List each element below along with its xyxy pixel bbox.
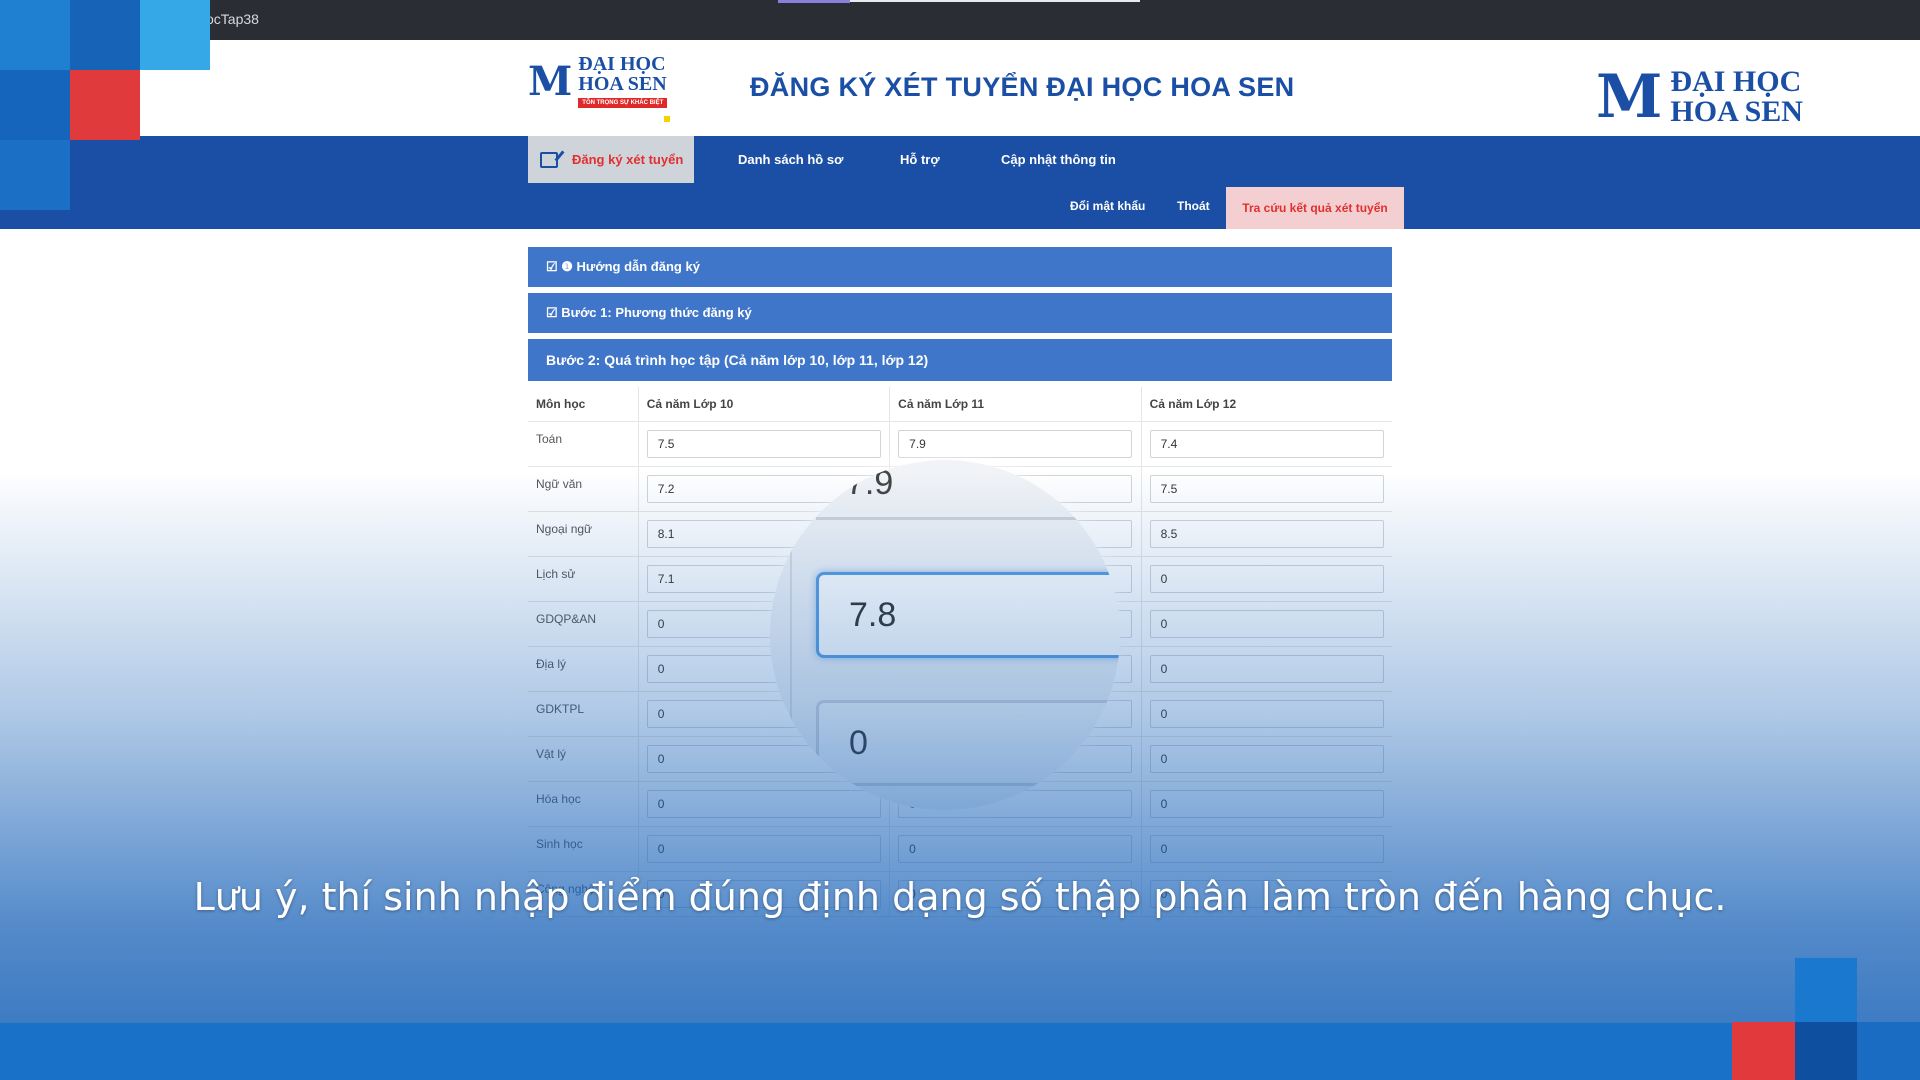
grade-cell: 7.4	[1141, 421, 1392, 467]
decor-square	[140, 0, 210, 70]
tab-indicator	[778, 0, 850, 3]
grade-input-g12[interactable]: 0	[1149, 789, 1384, 818]
site-header: M ĐẠI HỌC HOA SEN TÔN TRỌNG SỰ KHÁC BIỆT…	[0, 40, 1920, 166]
zoom-divider	[790, 520, 792, 810]
grades-header-row: Môn học Cả năm Lớp 10 Cả năm Lớp 11 Cả n…	[528, 387, 1392, 422]
grade-cell: 0	[1141, 781, 1392, 827]
page-title: ĐĂNG KÝ XÉT TUYỂN ĐẠI HỌC HOA SEN	[750, 72, 1295, 102]
subject-label: Lịch sử	[528, 556, 639, 602]
decor-square	[1857, 1022, 1920, 1080]
subject-label: Hóa học	[528, 781, 639, 827]
grade-input-g10[interactable]: 0	[646, 834, 881, 863]
grade-cell: 0	[638, 826, 891, 872]
subject-label: GDQP&AN	[528, 601, 639, 647]
logo-dot	[664, 116, 670, 122]
decor-square	[1795, 958, 1857, 1022]
grade-cell: 0	[1141, 691, 1392, 737]
nav-register[interactable]: Đăng ký xét tuyển	[528, 136, 694, 183]
grade-input-g10[interactable]: 7.5	[646, 429, 881, 458]
grade-input-g12[interactable]: 8.5	[1149, 519, 1384, 548]
lotus-logo-icon: M	[1596, 62, 1663, 132]
subject-label: Toán	[528, 421, 639, 467]
subject-label: Ngữ văn	[528, 466, 639, 512]
nav-change-password[interactable]: Đổi mật khẩu	[1070, 199, 1145, 213]
grade-cell: 0	[638, 781, 891, 827]
edit-icon	[540, 151, 558, 168]
nav-register-label: Đăng ký xét tuyển	[572, 152, 684, 167]
grade-input-g12[interactable]: 0	[1149, 609, 1384, 638]
header-grade12: Cả năm Lớp 12	[1141, 387, 1392, 422]
active-tab-indicator[interactable]	[850, 0, 1140, 2]
logo-line-1: ĐẠI HỌC	[1670, 65, 1802, 98]
university-logo-small[interactable]: M ĐẠI HỌC HOA SEN TÔN TRỌNG SỰ KHÁC BIỆT	[528, 53, 668, 108]
logo-line-2: HOA SEN	[578, 73, 667, 95]
grade-input-g12[interactable]: 0	[1149, 654, 1384, 683]
grade-cell: 0	[1141, 736, 1392, 782]
decor-square	[0, 0, 70, 70]
header-grade10: Cả năm Lớp 10	[638, 387, 891, 422]
main-navbar: Đăng ký xét tuyển Danh sách hồ sơ Hỗ trợ…	[0, 136, 1920, 229]
browser-tab-bar: ocTap38	[0, 0, 1920, 40]
grade-input-g12[interactable]: 0	[1149, 744, 1384, 773]
subject-label: GDKTPL	[528, 691, 639, 737]
logo-line-2: HOA SEN	[1670, 95, 1803, 128]
grade-cell: 0	[1141, 556, 1392, 602]
grade-input-g12[interactable]: 7.4	[1149, 429, 1384, 458]
decor-square	[0, 140, 70, 210]
nav-logout[interactable]: Thoát	[1177, 199, 1210, 213]
step1-accordion[interactable]: ☑ Bước 1: Phương thức đăng ký	[528, 293, 1392, 333]
nav-support[interactable]: Hỗ trợ	[900, 152, 940, 167]
grade-input-g12[interactable]: 0	[1149, 834, 1384, 863]
video-bottom-band	[0, 1023, 1920, 1080]
grade-cell: 0	[1141, 601, 1392, 647]
zoom-grade-below[interactable]: 0	[816, 700, 1120, 786]
university-logo-large: M ĐẠI HỌC HOA SEN	[1596, 62, 1803, 132]
zoom-magnifier: 7.9 7.8 0	[770, 460, 1120, 810]
grade-input-g11[interactable]: 7.9	[898, 429, 1133, 458]
registration-page: M ĐẠI HỌC HOA SEN TÔN TRỌNG SỰ KHÁC BIỆT…	[0, 40, 1920, 1080]
subject-label: Địa lý	[528, 646, 639, 692]
grade-input-g12[interactable]: 0	[1149, 699, 1384, 728]
decor-square	[70, 0, 140, 70]
zoom-grade-above: 7.9	[816, 460, 1116, 520]
grade-input-g11[interactable]: 0	[898, 834, 1133, 863]
nav-update-info[interactable]: Cập nhật thông tin	[1001, 152, 1116, 167]
nav-applications[interactable]: Danh sách hồ sơ	[738, 152, 843, 167]
lotus-logo-icon: M	[528, 57, 573, 105]
grade-input-g10[interactable]: 0	[646, 789, 881, 818]
zoom-grade-focused[interactable]: 7.8	[816, 572, 1120, 658]
grade-input-g12[interactable]: 0	[1149, 564, 1384, 593]
grade-cell: 0	[1141, 826, 1392, 872]
header-grade11: Cả năm Lớp 11	[889, 387, 1142, 422]
logo-line-1: ĐẠI HỌC	[578, 53, 666, 75]
grade-row: Sinh học 0 0 0	[528, 826, 1392, 872]
grade-cell: 0	[1141, 646, 1392, 692]
nav-lookup-results[interactable]: Tra cứu kết quả xét tuyển	[1226, 187, 1404, 229]
decor-square	[0, 70, 70, 140]
subject-label: Ngoại ngữ	[528, 511, 639, 557]
guide-accordion[interactable]: ☑ ❶ Hướng dẫn đăng ký	[528, 247, 1392, 287]
subject-label: Sinh học	[528, 826, 639, 872]
browser-tab-title[interactable]: ocTap38	[206, 11, 259, 27]
header-subject: Môn học	[528, 387, 639, 422]
logo-tagline: TÔN TRỌNG SỰ KHÁC BIỆT	[578, 98, 668, 108]
decor-square	[70, 70, 140, 140]
grade-cell: 8.5	[1141, 511, 1392, 557]
step2-accordion[interactable]: Bước 2: Quá trình học tập (Cả năm lớp 10…	[528, 339, 1392, 381]
decor-square	[1732, 1022, 1795, 1080]
video-subtitle: Lưu ý, thí sinh nhập điểm đúng định dạng…	[193, 875, 1727, 919]
decor-square	[1795, 1022, 1857, 1080]
subject-label: Vật lý	[528, 736, 639, 782]
grade-input-g12[interactable]: 7.5	[1149, 474, 1384, 503]
grade-cell: 0	[889, 826, 1142, 872]
grade-cell: 7.5	[1141, 466, 1392, 512]
